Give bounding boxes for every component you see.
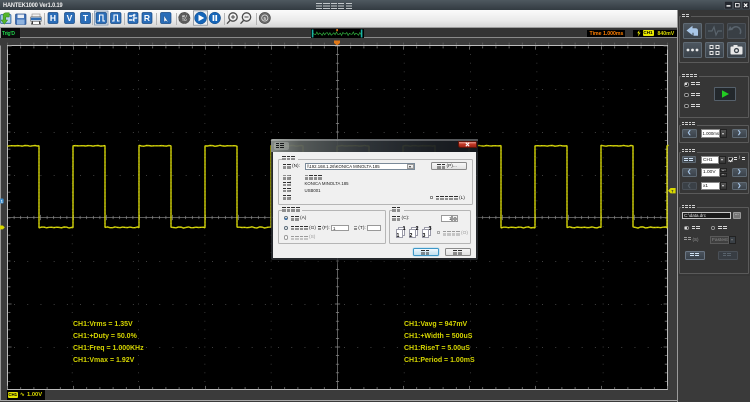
svg-text:V: V [67, 13, 73, 23]
svg-text:TO: TO [182, 18, 187, 22]
svg-text:R: R [144, 13, 150, 23]
svg-text:T: T [83, 13, 89, 23]
svg-text:H: H [50, 13, 56, 23]
